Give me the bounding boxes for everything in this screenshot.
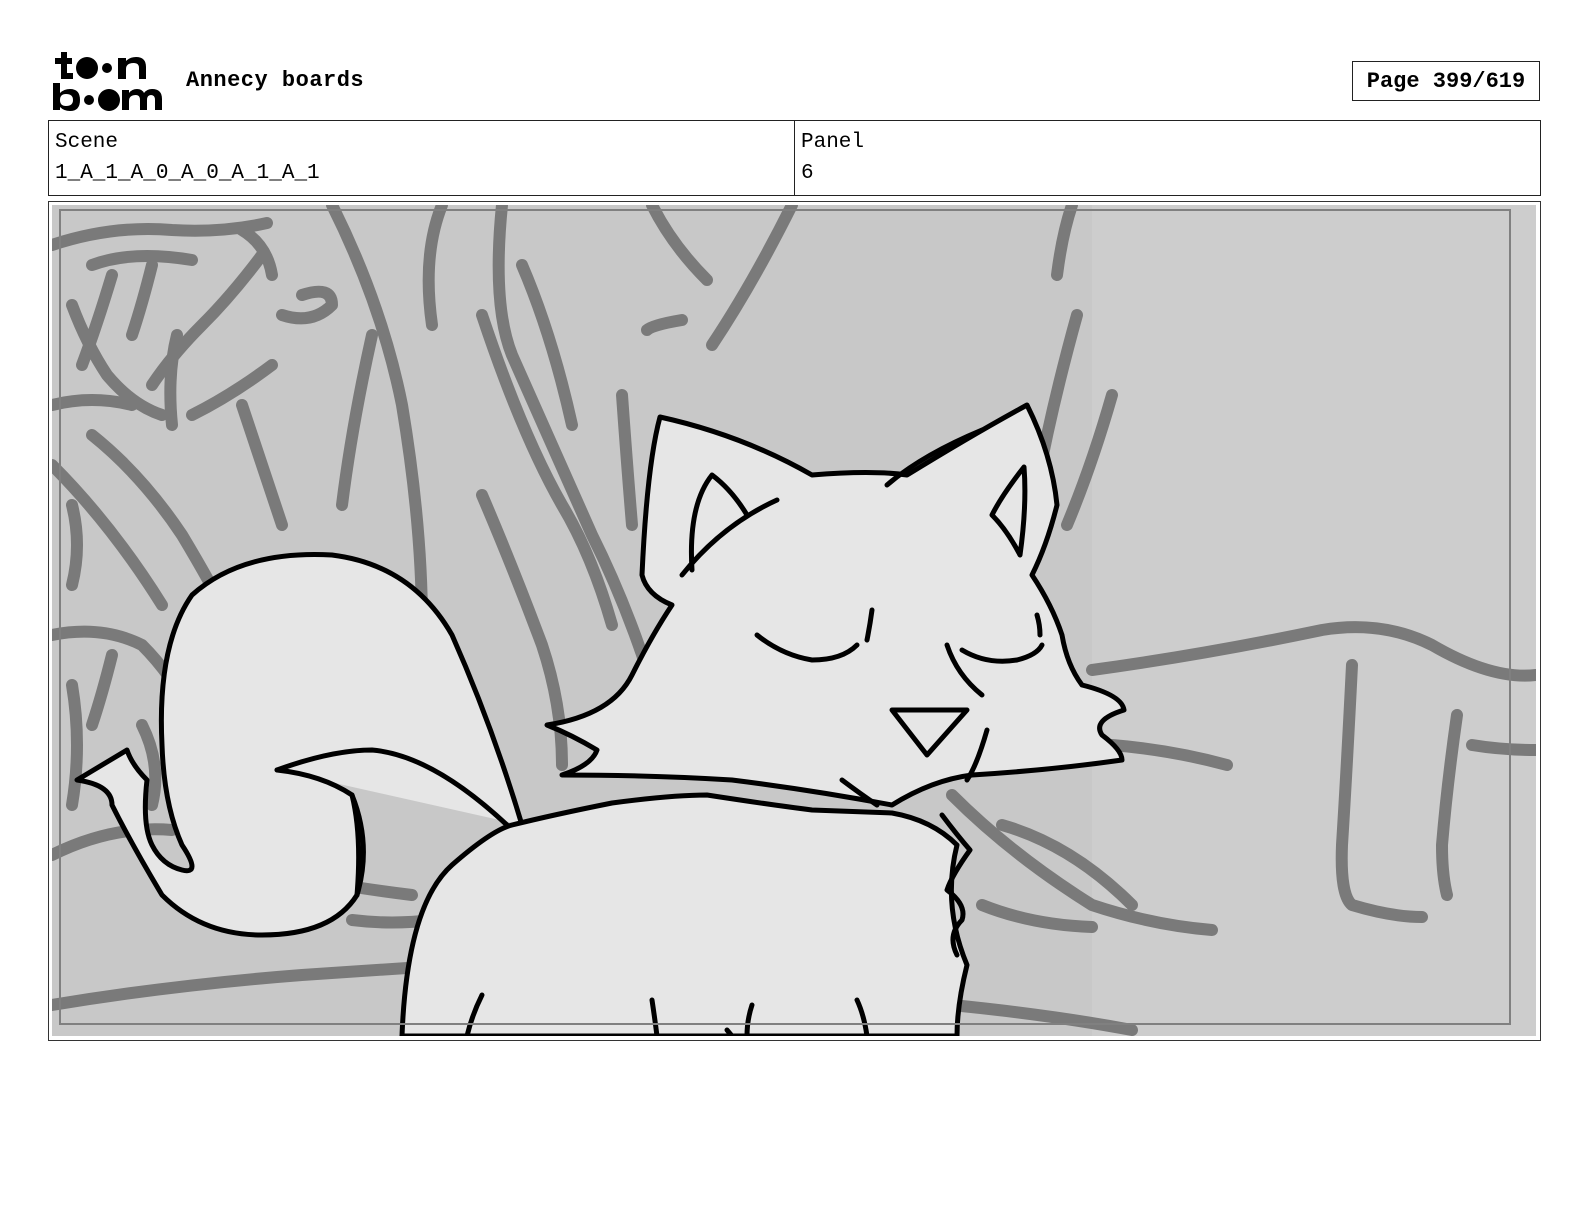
- app-title: Annecy boards: [186, 68, 365, 93]
- toon-boom-logo: [53, 52, 162, 111]
- scene-label: Scene: [55, 131, 119, 154]
- storyboard-panel: [48, 201, 1541, 1041]
- scene-panel-info: Scene 1_A_1_A_0_A_0_A_1_A_1 Panel 6: [48, 120, 1541, 196]
- panel-drawing: [52, 205, 1536, 1036]
- scene-value: 1_A_1_A_0_A_0_A_1_A_1: [55, 162, 320, 185]
- scene-cell: Scene 1_A_1_A_0_A_0_A_1_A_1: [49, 121, 794, 195]
- panel-cell: Panel 6: [794, 121, 1540, 195]
- panel-value: 6: [801, 162, 814, 185]
- panel-label: Panel: [801, 131, 865, 154]
- page-indicator: Page 399/619: [1352, 61, 1540, 101]
